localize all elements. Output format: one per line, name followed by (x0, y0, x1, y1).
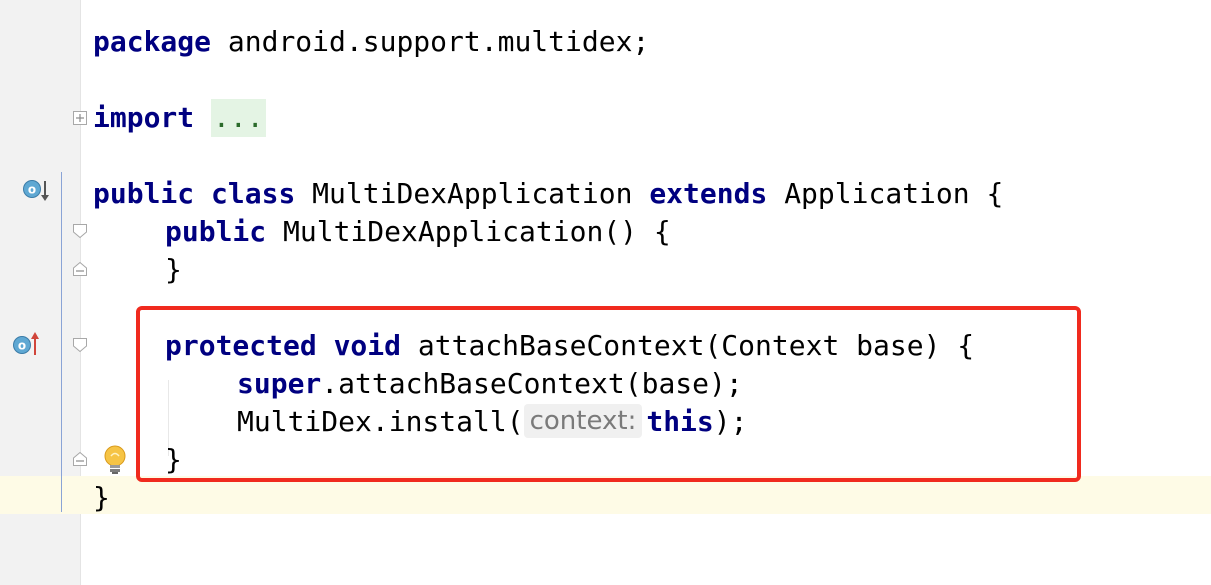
constructor-signature: MultiDexApplication() { (266, 215, 671, 248)
code-line-class[interactable]: public class MultiDexApplication extends… (93, 175, 1003, 213)
folded-imports[interactable]: ... (211, 99, 266, 137)
svg-text:o: o (28, 183, 36, 197)
fold-collapse-icon[interactable] (73, 338, 87, 352)
fold-expand-icon[interactable] (73, 111, 87, 125)
method-scope-bar (61, 172, 62, 512)
code-line-constructor-close[interactable]: } (165, 251, 182, 289)
keyword-public: public (93, 177, 195, 210)
code-editor[interactable]: o o package android.support.multidex; im… (0, 0, 1211, 585)
override-up-icon[interactable]: o (12, 330, 42, 358)
closing-brace: } (93, 481, 110, 514)
keyword-import: import (93, 101, 195, 134)
class-name: MultiDexApplication (295, 177, 650, 210)
closing-brace: } (165, 253, 182, 286)
lightbulb-icon[interactable] (102, 444, 128, 476)
package-name: android.support.multidex; (211, 25, 650, 58)
code-line-import[interactable]: import ... (93, 99, 266, 137)
svg-text:o: o (18, 339, 26, 353)
code-line-class-close[interactable]: } (93, 479, 110, 517)
keyword-extends: extends (649, 177, 768, 210)
fold-collapse-icon[interactable] (73, 224, 87, 238)
highlight-annotation-box (136, 306, 1081, 482)
superclass-name: Application { (767, 177, 1004, 210)
fold-end-icon[interactable] (73, 262, 87, 276)
keyword-public: public (165, 215, 267, 248)
keyword-package: package (93, 25, 212, 58)
code-line-constructor[interactable]: public MultiDexApplication() { (165, 213, 671, 251)
keyword-class: class (211, 177, 296, 210)
fold-end-icon[interactable] (73, 452, 87, 466)
code-line-package[interactable]: package android.support.multidex; (93, 23, 649, 61)
override-down-icon[interactable]: o (22, 178, 52, 206)
